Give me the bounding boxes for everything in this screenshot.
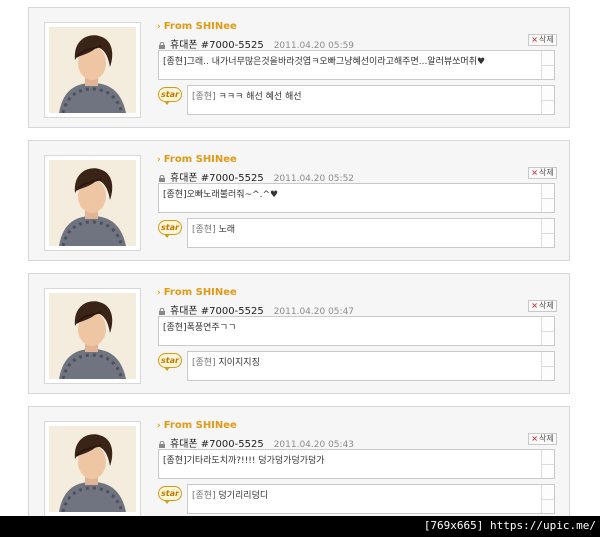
person-portrait-icon	[49, 160, 136, 246]
message-board: › From SHINee 휴대폰 #7000-5525 2011.04.20 05…	[0, 0, 600, 537]
message-meta: 휴대폰 #7000-5525 2011.04.20 05:59	[159, 36, 354, 51]
profile-photo	[44, 421, 141, 517]
message-text: [종현]오빠노래불러줘~^.^♥	[158, 183, 555, 213]
lock-icon	[159, 42, 165, 49]
close-icon: ×	[531, 301, 538, 310]
star-badge[interactable]: star	[158, 486, 182, 504]
delete-button[interactable]: ×삭제	[528, 433, 557, 445]
message-text: [종현]그래.. 내가너무많은것을바라것엽ㅋ오빠그냥혜선이라고해주면...알러뷰…	[158, 50, 555, 80]
delete-button[interactable]: ×삭제	[528, 167, 557, 179]
lock-icon	[159, 175, 165, 182]
sender-label: › From SHINee	[157, 420, 237, 431]
scrollbar[interactable]	[541, 219, 554, 247]
message-thread: › From SHINee 휴대폰 #7000-5525 2011.04.20 05…	[28, 140, 570, 261]
star-badge[interactable]: star	[158, 220, 182, 238]
profile-photo	[44, 155, 141, 251]
message-thread: › From SHINee 휴대폰 #7000-5525 2011.04.20 05…	[28, 273, 570, 394]
scrollbar[interactable]	[541, 86, 554, 114]
star-badge[interactable]: star	[158, 353, 182, 371]
lock-icon	[159, 308, 165, 315]
arrow-right-icon: ›	[157, 22, 161, 32]
reply-text: [종현] ㅋㅋㅋ 해선 혜선 해선	[187, 85, 555, 115]
close-icon: ×	[531, 434, 538, 443]
message-text: [종현]기타라도치까?!!!! 덩가덩가덩가덩가	[158, 449, 555, 479]
star-badge[interactable]: star	[158, 87, 182, 105]
scrollbar[interactable]	[541, 51, 554, 79]
lock-icon	[159, 441, 165, 448]
profile-photo	[44, 22, 141, 118]
scrollbar[interactable]	[541, 352, 554, 380]
message-thread: › From SHINee 휴대폰 #7000-5525 2011.04.20 05…	[28, 406, 570, 527]
reply-text: [종현] 노래	[187, 218, 555, 248]
sender-label: › From SHINee	[157, 21, 237, 32]
close-icon: ×	[531, 168, 538, 177]
scrollbar[interactable]	[541, 317, 554, 345]
close-icon: ×	[531, 35, 538, 44]
arrow-right-icon: ›	[157, 421, 161, 431]
watermark-bar: [769x665] https://upic.me/	[0, 516, 600, 537]
reply-text: [종현] 덩기리리덩디	[187, 484, 555, 514]
person-portrait-icon	[49, 27, 136, 113]
message-thread: › From SHINee 휴대폰 #7000-5525 2011.04.20 05…	[28, 7, 570, 128]
watermark-text: [769x665] https://upic.me/	[423, 519, 596, 532]
person-portrait-icon	[49, 426, 136, 512]
reply-text: [종현] 지이지지징	[187, 351, 555, 381]
arrow-right-icon: ›	[157, 155, 161, 165]
message-meta: 휴대폰 #7000-5525 2011.04.20 05:52	[159, 169, 354, 184]
delete-button[interactable]: ×삭제	[528, 300, 557, 312]
delete-button[interactable]: ×삭제	[528, 34, 557, 46]
message-text: [종현]폭풍연주ㄱㄱ	[158, 316, 555, 346]
arrow-right-icon: ›	[157, 288, 161, 298]
profile-photo	[44, 288, 141, 384]
person-portrait-icon	[49, 293, 136, 379]
scrollbar[interactable]	[541, 184, 554, 212]
message-meta: 휴대폰 #7000-5525 2011.04.20 05:43	[159, 435, 354, 450]
scrollbar[interactable]	[541, 450, 554, 478]
sender-label: › From SHINee	[157, 154, 237, 165]
message-meta: 휴대폰 #7000-5525 2011.04.20 05:47	[159, 302, 354, 317]
sender-label: › From SHINee	[157, 287, 237, 298]
scrollbar[interactable]	[541, 485, 554, 513]
